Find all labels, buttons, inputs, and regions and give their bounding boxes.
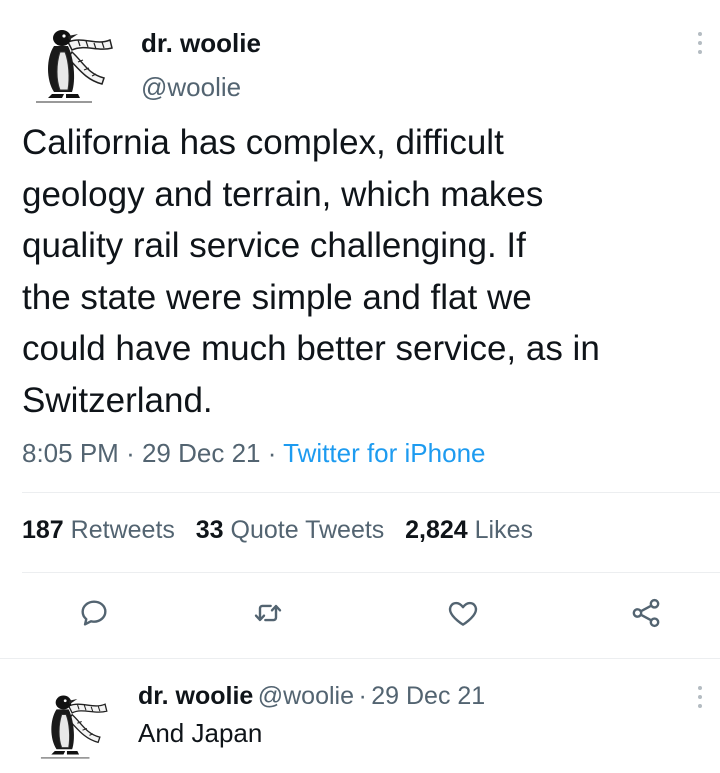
like-button[interactable] — [443, 593, 483, 633]
reply-display-name[interactable]: dr. woolie — [138, 682, 253, 710]
tweet-meta: 8:05 PM · 29 Dec 21 · Twitter for iPhone — [22, 438, 485, 469]
retweet-button[interactable] — [248, 593, 288, 633]
divider — [0, 658, 720, 659]
tweet-text-line: California has complex, difficult — [22, 123, 504, 162]
retweet-icon — [254, 604, 282, 622]
penguin-scarf-avatar-icon — [36, 30, 113, 103]
tweet-text-line: could have much better service, as in — [22, 329, 600, 368]
reply-avatar[interactable] — [34, 684, 112, 766]
more-options-icon[interactable] — [697, 32, 703, 54]
likes-label: Likes — [474, 516, 534, 544]
meta-separator: · — [267, 438, 277, 468]
tweet-source-link[interactable]: Twitter for iPhone — [283, 438, 485, 468]
reply-icon — [81, 600, 107, 626]
user-handle[interactable]: @woolie — [141, 72, 241, 103]
meta-separator: · — [358, 682, 367, 710]
retweets-label: Retweets — [70, 516, 175, 544]
divider — [22, 492, 720, 493]
tweet-time[interactable]: 8:05 PM — [22, 438, 119, 468]
likes-stat[interactable]: 2,824 Likes — [405, 516, 533, 544]
reply-date[interactable]: 29 Dec 21 — [371, 682, 485, 710]
avatar[interactable] — [28, 22, 118, 106]
reply-more-options-icon[interactable] — [697, 686, 703, 708]
likes-count: 2,824 — [405, 516, 468, 544]
retweets-count: 187 — [22, 516, 64, 544]
share-icon — [632, 598, 660, 628]
tweet-text-line: the state were simple and flat we — [22, 277, 532, 317]
divider — [22, 572, 720, 573]
reply-handle[interactable]: @woolie — [258, 682, 354, 710]
heart-icon — [448, 601, 478, 626]
engagement-stats: 187 Retweets 33 Quote Tweets 2,824 Likes — [22, 516, 533, 545]
meta-separator: · — [126, 438, 135, 468]
tweet-date[interactable]: 29 Dec 21 — [142, 438, 261, 468]
tweet-text-line: geology and terrain, which makes — [22, 174, 544, 214]
quotes-label: Quote Tweets — [230, 516, 385, 544]
penguin-scarf-avatar-icon — [40, 695, 108, 759]
tweet-text: California has complex, difficult geolog… — [22, 117, 712, 426]
reply-button[interactable] — [74, 593, 114, 633]
quotes-count: 33 — [195, 516, 224, 544]
quote-tweets-stat[interactable]: 33 Quote Tweets — [196, 516, 385, 544]
tweet-text-line: quality rail service challenging. If — [22, 226, 526, 265]
retweets-stat[interactable]: 187 Retweets — [22, 516, 175, 544]
reply-text: And Japan — [138, 718, 263, 748]
reply-header: dr. woolie @woolie · 29 Dec 21 — [138, 682, 485, 711]
display-name[interactable]: dr. woolie — [141, 28, 261, 59]
tweet-text-line: Switzerland. — [22, 380, 213, 420]
share-button[interactable] — [626, 593, 666, 633]
